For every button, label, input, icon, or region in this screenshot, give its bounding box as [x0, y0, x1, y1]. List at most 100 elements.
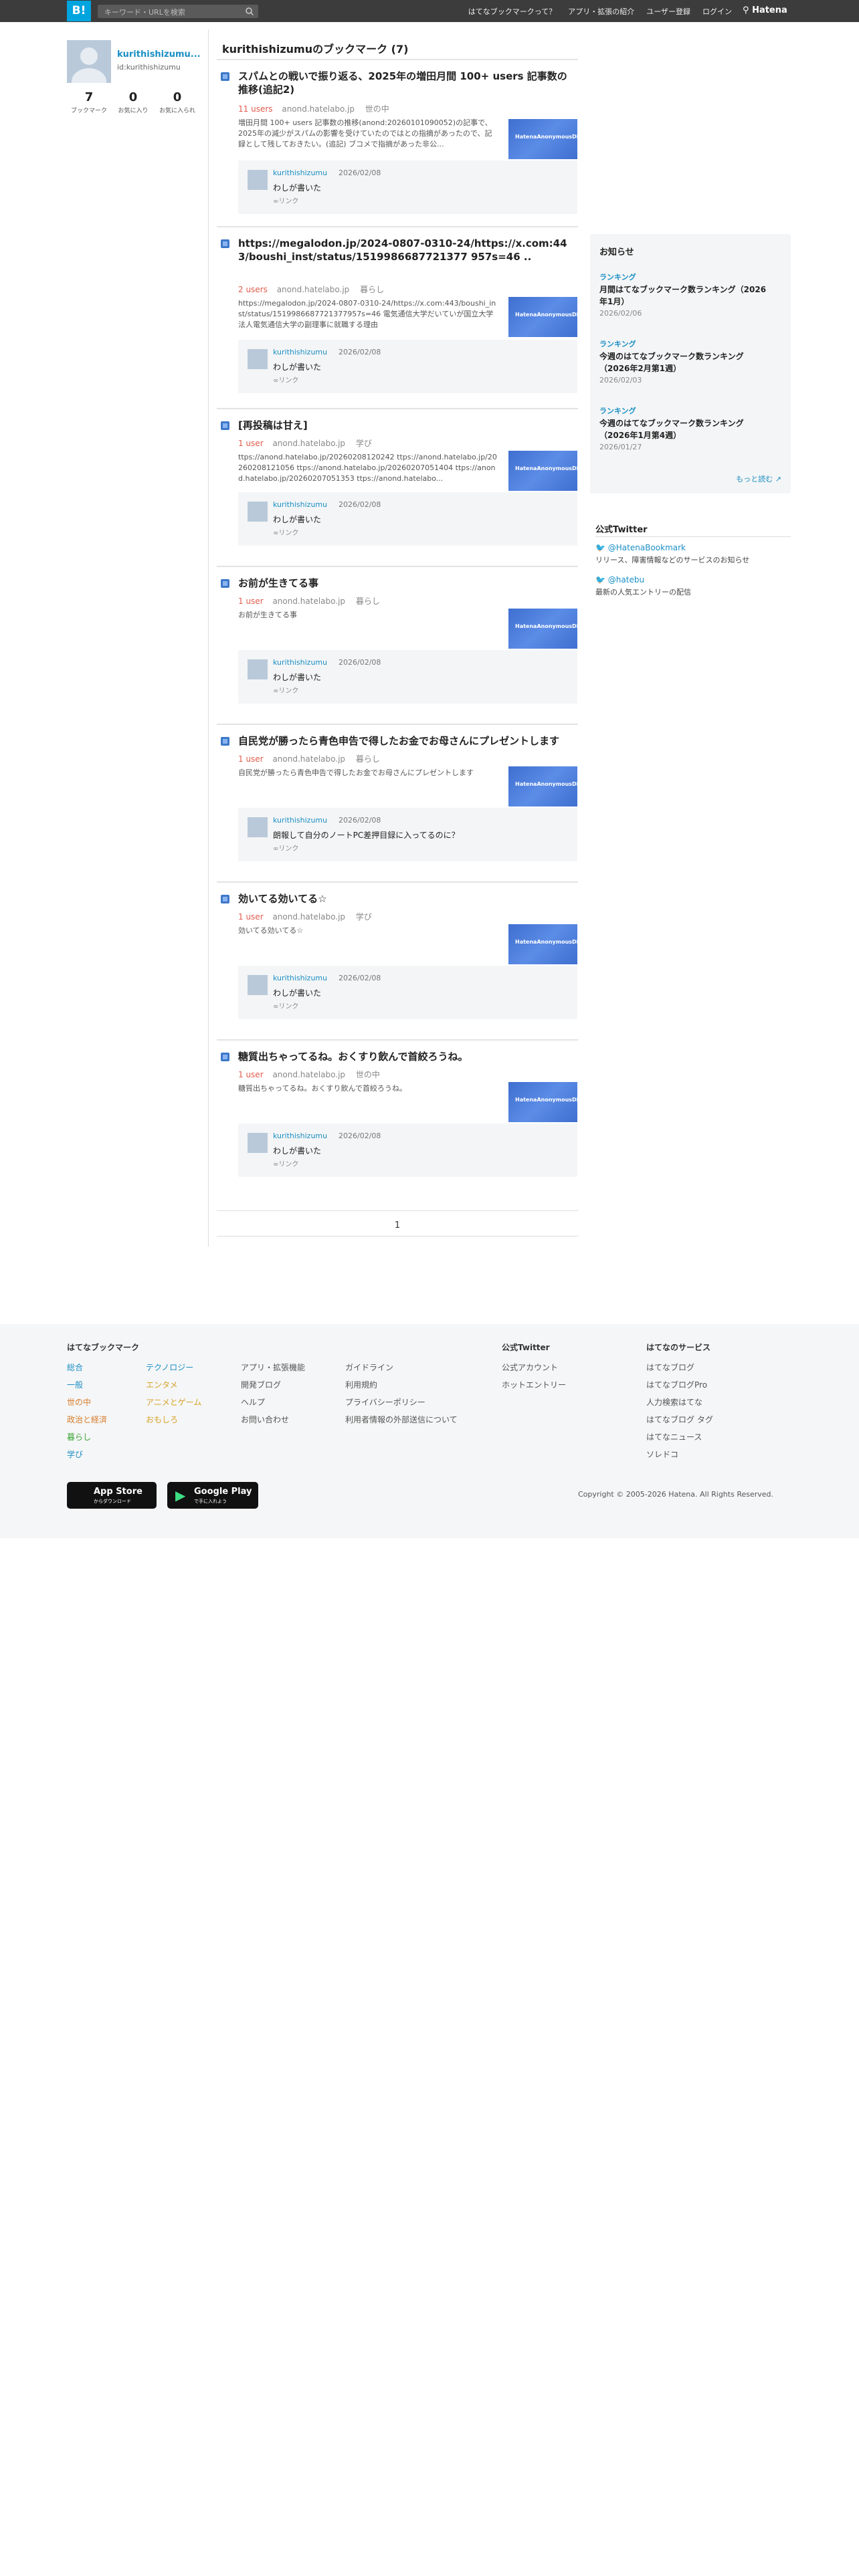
- search-input[interactable]: [103, 5, 240, 19]
- entry-title[interactable]: 糖質出ちゃってるね。おくすり飲んで首絞ろうね。: [238, 1050, 576, 1063]
- comment-user[interactable]: kurithishizumu: [273, 348, 327, 356]
- footer-link[interactable]: アプリ・拡張機能: [241, 1359, 305, 1376]
- entry-users[interactable]: 1 user: [238, 912, 264, 922]
- nav-about[interactable]: はてなブックマークって？: [468, 6, 556, 17]
- comment-date[interactable]: 2026/02/08: [339, 816, 381, 825]
- entry-thumbnail[interactable]: HatenaAnonymousDiary: [508, 451, 588, 491]
- comment-link[interactable]: ∞リンク: [273, 374, 298, 385]
- twitter-handle[interactable]: 🐦 @HatenaBookmark: [595, 543, 791, 552]
- entry-users[interactable]: 11 users: [238, 104, 273, 114]
- comment-link[interactable]: ∞リンク: [273, 1158, 298, 1168]
- footer-link[interactable]: 利用規約: [345, 1376, 458, 1394]
- comment-user[interactable]: kurithishizumu: [273, 169, 327, 177]
- comment-date[interactable]: 2026/02/08: [339, 169, 381, 177]
- news-item[interactable]: ランキング 今週のはてなブックマーク数ランキング（2026年2月第1週） 202…: [599, 338, 773, 385]
- footer-link[interactable]: はてなブログPro: [646, 1376, 713, 1394]
- entry-domain[interactable]: anond.hatelabo.jp: [277, 285, 350, 294]
- comment-avatar[interactable]: [248, 170, 268, 190]
- entry-category[interactable]: 暮らし: [356, 597, 380, 606]
- comment-date[interactable]: 2026/02/08: [339, 348, 381, 356]
- footer-cat[interactable]: アニメとゲーム: [146, 1394, 201, 1411]
- entry-domain[interactable]: anond.hatelabo.jp: [272, 1070, 345, 1079]
- entry-title[interactable]: [再投稿は甘え]: [238, 419, 576, 432]
- footer-link[interactable]: ヘルプ: [241, 1394, 305, 1411]
- entry-category[interactable]: 暮らし: [356, 754, 380, 764]
- comment-avatar[interactable]: [248, 659, 268, 679]
- footer-link[interactable]: 人力検索はてな: [646, 1394, 713, 1411]
- footer-cat[interactable]: 一般: [67, 1376, 107, 1394]
- comment-link[interactable]: ∞リンク: [273, 843, 298, 853]
- entry-thumbnail[interactable]: HatenaAnonymousDiary: [508, 1082, 588, 1122]
- footer-link[interactable]: プライバシーポリシー: [345, 1394, 458, 1411]
- entry-thumbnail[interactable]: HatenaAnonymousDiary: [508, 609, 588, 649]
- news-item[interactable]: ランキング 今週のはてなブックマーク数ランキング（2026年1月第4週） 202…: [599, 405, 773, 451]
- entry-users[interactable]: 1 user: [238, 1070, 264, 1079]
- footer-cat[interactable]: 世の中: [67, 1394, 107, 1411]
- footer-link[interactable]: お問い合わせ: [241, 1411, 305, 1428]
- comment-link[interactable]: ∞リンク: [273, 685, 298, 695]
- stat-bookmarks[interactable]: 7 ブックマーク: [67, 90, 111, 114]
- entry-title[interactable]: 自民党が勝ったら青色申告で得したお金でお母さんにプレゼントします: [238, 734, 576, 748]
- comment-avatar[interactable]: [248, 349, 268, 369]
- google-play-button[interactable]: ▶ Google Play で手に入れよう: [167, 1482, 258, 1509]
- comment-date[interactable]: 2026/02/08: [339, 1132, 381, 1140]
- page-number[interactable]: 1: [395, 1220, 400, 1230]
- comment-user[interactable]: kurithishizumu: [273, 974, 327, 982]
- footer-link[interactable]: 開発ブログ: [241, 1376, 305, 1394]
- entry-domain[interactable]: anond.hatelabo.jp: [272, 439, 345, 448]
- entry-thumbnail[interactable]: HatenaAnonymousDiary: [508, 297, 588, 337]
- entry-domain[interactable]: anond.hatelabo.jp: [272, 912, 345, 922]
- news-more-link[interactable]: もっと読む ↗: [736, 473, 781, 484]
- comment-date[interactable]: 2026/02/08: [339, 658, 381, 667]
- entry-title[interactable]: https://megalodon.jp/2024-0807-0310-24/h…: [238, 237, 576, 263]
- footer-cat[interactable]: 総合: [67, 1359, 107, 1376]
- profile-name[interactable]: kurithishizumu...: [117, 49, 201, 60]
- comment-link[interactable]: ∞リンク: [273, 195, 298, 205]
- comment-date[interactable]: 2026/02/08: [339, 974, 381, 982]
- nav-apps[interactable]: アプリ・拡張の紹介: [568, 6, 634, 17]
- entry-thumbnail[interactable]: HatenaAnonymousDiary: [508, 924, 588, 964]
- entry-title[interactable]: スパムとの戦いで振り返る、2025年の増田月間 100+ users 記事数の推…: [238, 70, 576, 96]
- footer-cat[interactable]: 学び: [67, 1446, 107, 1463]
- comment-user[interactable]: kurithishizumu: [273, 1132, 327, 1140]
- footer-cat[interactable]: 政治と経済: [67, 1411, 107, 1428]
- entry-category[interactable]: 世の中: [356, 1070, 380, 1079]
- avatar[interactable]: [67, 40, 111, 83]
- comment-link[interactable]: ∞リンク: [273, 1000, 298, 1010]
- entry-category[interactable]: 暮らし: [360, 285, 384, 294]
- footer-link[interactable]: ソレドコ: [646, 1446, 713, 1463]
- comment-avatar[interactable]: [248, 502, 268, 522]
- stat-favorites[interactable]: 0 お気に入り: [111, 90, 155, 114]
- entry-domain[interactable]: anond.hatelabo.jp: [272, 754, 345, 764]
- entry-users[interactable]: 2 users: [238, 285, 268, 294]
- footer-cat[interactable]: エンタメ: [146, 1376, 201, 1394]
- nav-login[interactable]: ログイン: [702, 6, 732, 17]
- hatena-bookmark-logo[interactable]: B!: [67, 1, 91, 21]
- search-box[interactable]: [98, 5, 258, 19]
- entry-domain[interactable]: anond.hatelabo.jp: [282, 104, 355, 114]
- nav-register[interactable]: ユーザー登録: [646, 6, 690, 17]
- twitter-handle[interactable]: 🐦 @hatebu: [595, 575, 791, 584]
- footer-link[interactable]: 公式アカウント: [502, 1359, 566, 1376]
- comment-link[interactable]: ∞リンク: [273, 527, 298, 537]
- footer-link[interactable]: 利用者情報の外部送信について: [345, 1411, 458, 1428]
- entry-thumbnail[interactable]: HatenaAnonymousDiary: [508, 119, 588, 159]
- entry-users[interactable]: 1 user: [238, 754, 264, 764]
- comment-user[interactable]: kurithishizumu: [273, 658, 327, 667]
- comment-avatar[interactable]: [248, 975, 268, 995]
- entry-category[interactable]: 学び: [356, 912, 372, 922]
- footer-link[interactable]: ホットエントリー: [502, 1376, 566, 1394]
- footer-cat[interactable]: テクノロジー: [146, 1359, 201, 1376]
- news-item[interactable]: ランキング 月間はてなブックマーク数ランキング（2026年1月） 2026/02…: [599, 272, 773, 318]
- footer-link[interactable]: はてなブログ タグ: [646, 1411, 713, 1428]
- entry-users[interactable]: 1 user: [238, 439, 264, 448]
- entry-users[interactable]: 1 user: [238, 597, 264, 606]
- comment-user[interactable]: kurithishizumu: [273, 500, 327, 509]
- comment-avatar[interactable]: [248, 817, 268, 837]
- entry-category[interactable]: 世の中: [365, 104, 389, 114]
- hatena-brand[interactable]: ⚲ Hatena: [743, 5, 787, 15]
- comment-user[interactable]: kurithishizumu: [273, 816, 327, 825]
- footer-cat[interactable]: おもしろ: [146, 1411, 201, 1428]
- footer-cat[interactable]: 暮らし: [67, 1428, 107, 1446]
- app-store-button[interactable]: App Store からダウンロード: [67, 1482, 157, 1509]
